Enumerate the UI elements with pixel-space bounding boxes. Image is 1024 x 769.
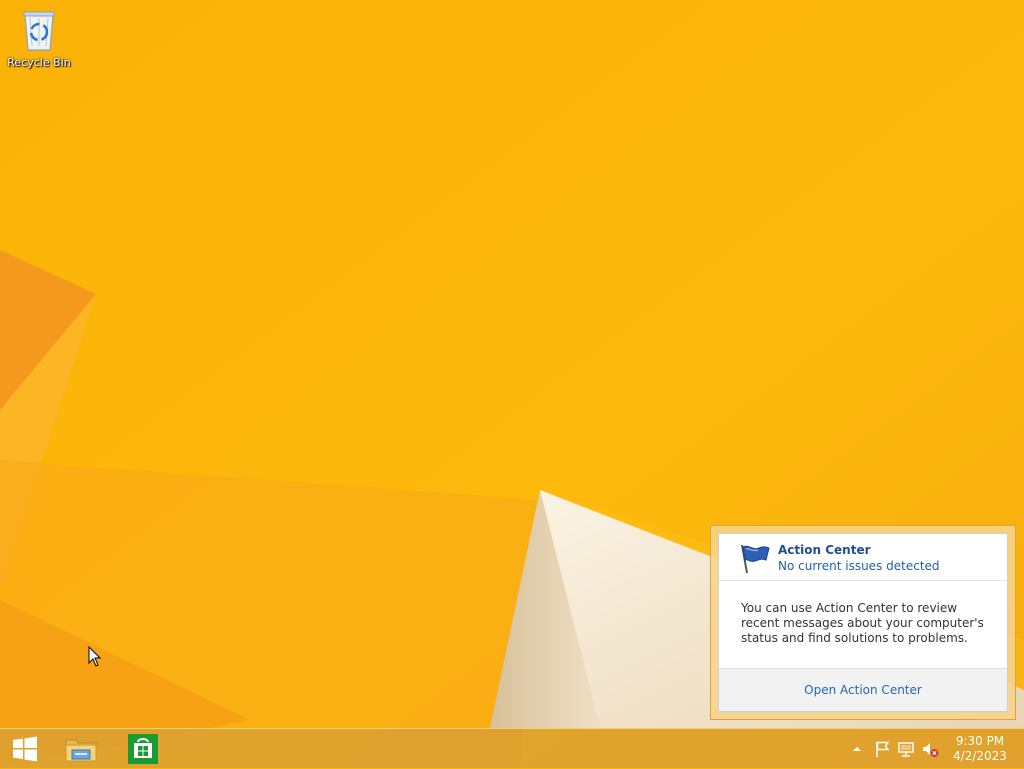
clock-time: 9:30 PM [955,734,1005,748]
network-tray-button[interactable] [896,739,916,759]
action-center-tray-button[interactable] [872,739,892,759]
taskbar: 9:30 PM 4/2/2023 [0,728,1024,768]
action-center-flag-icon [741,544,770,574]
action-center-panel: Action Center No current issues detected… [718,533,1008,712]
network-icon [898,742,914,757]
clock-date: 4/2/2023 [953,749,1007,763]
action-center-flag-icon [876,741,890,757]
store-taskbar-button[interactable] [118,729,168,769]
folder-icon [65,739,97,762]
mouse-pointer-icon [88,646,102,667]
open-action-center-link[interactable]: Open Action Center [804,683,922,697]
recycle-bin-label: Recycle Bin [7,56,71,69]
action-center-flyout: Action Center No current issues detected… [710,525,1016,720]
recycle-bin-desktop-icon[interactable]: Recycle Bin [4,6,74,69]
file-explorer-taskbar-button[interactable] [56,729,106,769]
show-hidden-icons-button[interactable] [850,739,864,759]
windows-logo-icon [13,736,37,762]
volume-muted-icon [923,743,939,757]
start-button[interactable] [0,729,50,769]
action-center-header: Action Center No current issues detected [719,534,1007,581]
action-center-status: No current issues detected [778,559,940,573]
action-center-description: You can use Action Center to review rece… [741,601,984,645]
recycle-bin-icon [23,11,55,51]
store-bag-icon [128,734,158,764]
action-center-title: Action Center [778,543,871,557]
chevron-up-icon [853,747,861,751]
volume-tray-button[interactable] [920,739,940,759]
taskbar-clock[interactable]: 9:30 PM 4/2/2023 [946,734,1014,764]
action-center-footer: Open Action Center [719,668,1007,711]
